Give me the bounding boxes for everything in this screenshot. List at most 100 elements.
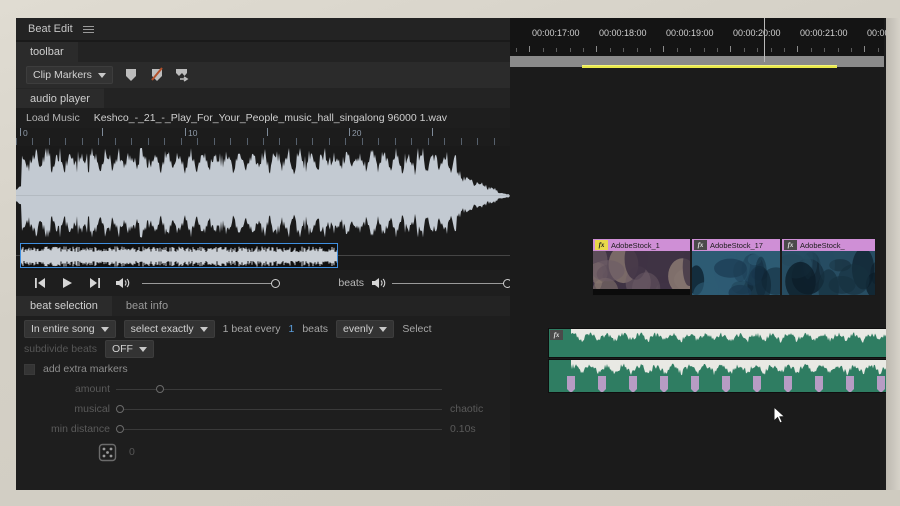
distribution-label: evenly (343, 323, 374, 335)
ruler-tick (197, 138, 198, 145)
every-value-input[interactable]: 1 (288, 323, 294, 335)
marker-delete-icon[interactable] (149, 67, 165, 83)
subdivide-dropdown[interactable]: OFF (104, 340, 154, 358)
scope-label: In entire song (31, 323, 95, 335)
beats-speaker-icon[interactable] (370, 277, 388, 289)
mode-dropdown[interactable]: select exactly (123, 320, 215, 338)
hamburger-icon[interactable] (82, 25, 94, 33)
tab-audio-player[interactable]: audio player (16, 89, 104, 108)
beat-marker[interactable] (846, 376, 854, 392)
musical-value: chaotic (450, 403, 484, 415)
ruler-major-tick (432, 128, 433, 136)
fx-badge-icon[interactable]: fx (694, 240, 707, 250)
waveform-display[interactable] (16, 146, 510, 242)
marker-move-icon[interactable] (175, 67, 191, 83)
waveform-lower (16, 195, 510, 238)
ruler-label: 0 (23, 128, 28, 138)
audio-clip[interactable]: fx (548, 328, 893, 358)
dice-icon[interactable] (98, 443, 117, 462)
musical-slider[interactable] (116, 402, 442, 416)
beat-marker[interactable] (815, 376, 823, 392)
ruler-tick (82, 138, 83, 145)
video-clip[interactable]: fx AdobeStock_ (781, 238, 876, 296)
ruler-tick (744, 48, 745, 52)
beat-marker[interactable] (753, 376, 761, 392)
volume-slider[interactable] (142, 276, 281, 290)
beat-marker[interactable] (784, 376, 792, 392)
ruler-tick (329, 138, 330, 145)
load-music-button[interactable]: Load Music (26, 112, 80, 124)
ruler-tick (49, 138, 50, 145)
ruler-tick (811, 48, 812, 52)
volume-track (142, 282, 279, 284)
timecode-label: 00:00:17:00 (532, 28, 580, 38)
ruler-tick (395, 138, 396, 145)
dice-value: 0 (129, 446, 135, 458)
clip-markers-dropdown[interactable]: Clip Markers (26, 66, 113, 84)
volume-knob[interactable] (271, 278, 281, 288)
ruler-tick (556, 48, 557, 52)
musical-track (116, 408, 442, 410)
beat-marker[interactable] (629, 376, 637, 392)
timeline-ruler[interactable]: 00:00:17:00 00:00:18:00 00:00:19:00 00:00:2… (510, 18, 897, 68)
beat-marker[interactable] (691, 376, 699, 392)
skip-to-end-icon[interactable] (81, 277, 109, 289)
beat-panel-tabrow: beat selection beat info (16, 296, 510, 316)
video-clip[interactable]: fx AdobeStock_1 (592, 238, 691, 296)
speaker-icon[interactable] (109, 277, 137, 289)
ruler-tick (650, 48, 651, 52)
amount-knob[interactable] (156, 385, 164, 393)
min-distance-knob[interactable] (116, 425, 124, 433)
ruler-tick (279, 138, 280, 145)
ruler-tick (345, 138, 346, 145)
select-button[interactable]: Select (402, 323, 431, 335)
scope-dropdown[interactable]: In entire song (24, 320, 116, 338)
musical-knob[interactable] (116, 405, 124, 413)
waveform-ruler[interactable]: 0 10 20 (16, 128, 511, 146)
skip-to-start-icon[interactable] (26, 277, 54, 289)
ruler-tick (312, 138, 313, 145)
tab-toolbar[interactable]: toolbar (16, 42, 78, 62)
ruler-tick (411, 138, 412, 145)
waveform-overview[interactable] (16, 242, 510, 270)
video-clip-header: fx AdobeStock_17 (692, 239, 780, 251)
ruler-label: 20 (352, 128, 362, 138)
beat-marker[interactable] (877, 376, 885, 392)
selection-rectangle[interactable] (20, 243, 338, 268)
beat-marker[interactable] (660, 376, 668, 392)
tab-beat-selection[interactable]: beat selection (16, 296, 112, 316)
beat-marker[interactable] (722, 376, 730, 392)
beats-volume-track (391, 282, 511, 284)
play-icon[interactable] (54, 277, 82, 289)
beat-marker[interactable] (567, 376, 575, 392)
ruler-tick (378, 138, 379, 145)
min-distance-slider[interactable] (116, 422, 442, 436)
ruler-tick (851, 48, 852, 52)
musical-slider-row: musical chaotic (16, 399, 510, 419)
work-area-range[interactable] (582, 65, 837, 68)
beats-volume-slider[interactable] (391, 276, 512, 290)
chevron-down-icon (97, 72, 106, 78)
audio-waveform (549, 329, 892, 357)
ruler-tick (784, 48, 785, 52)
fx-badge-icon[interactable]: fx (784, 240, 797, 250)
video-clip-name: AdobeStock_1 (611, 240, 660, 250)
min-distance-value: 0.10s (450, 423, 476, 435)
clip-markers-label: Clip Markers (33, 69, 92, 81)
tab-beat-info[interactable]: beat info (111, 296, 183, 316)
playhead-marker[interactable] (764, 18, 765, 62)
marker-icon[interactable] (123, 67, 139, 83)
extra-markers-checkbox[interactable] (24, 363, 35, 375)
amount-slider[interactable] (116, 382, 442, 396)
min-distance-label: min distance (51, 423, 110, 435)
audio-clip[interactable] (548, 359, 893, 393)
video-clip[interactable]: fx AdobeStock_17 (691, 238, 781, 296)
fx-badge-icon[interactable]: fx (550, 330, 563, 340)
beats-volume-label: beats (338, 277, 365, 289)
ruler-tick (717, 48, 718, 52)
ruler-tick (690, 48, 691, 52)
beat-marker[interactable] (598, 376, 606, 392)
fx-badge-icon[interactable]: fx (595, 240, 608, 250)
distribution-dropdown[interactable]: evenly (336, 320, 395, 338)
ruler-tick (583, 48, 584, 52)
